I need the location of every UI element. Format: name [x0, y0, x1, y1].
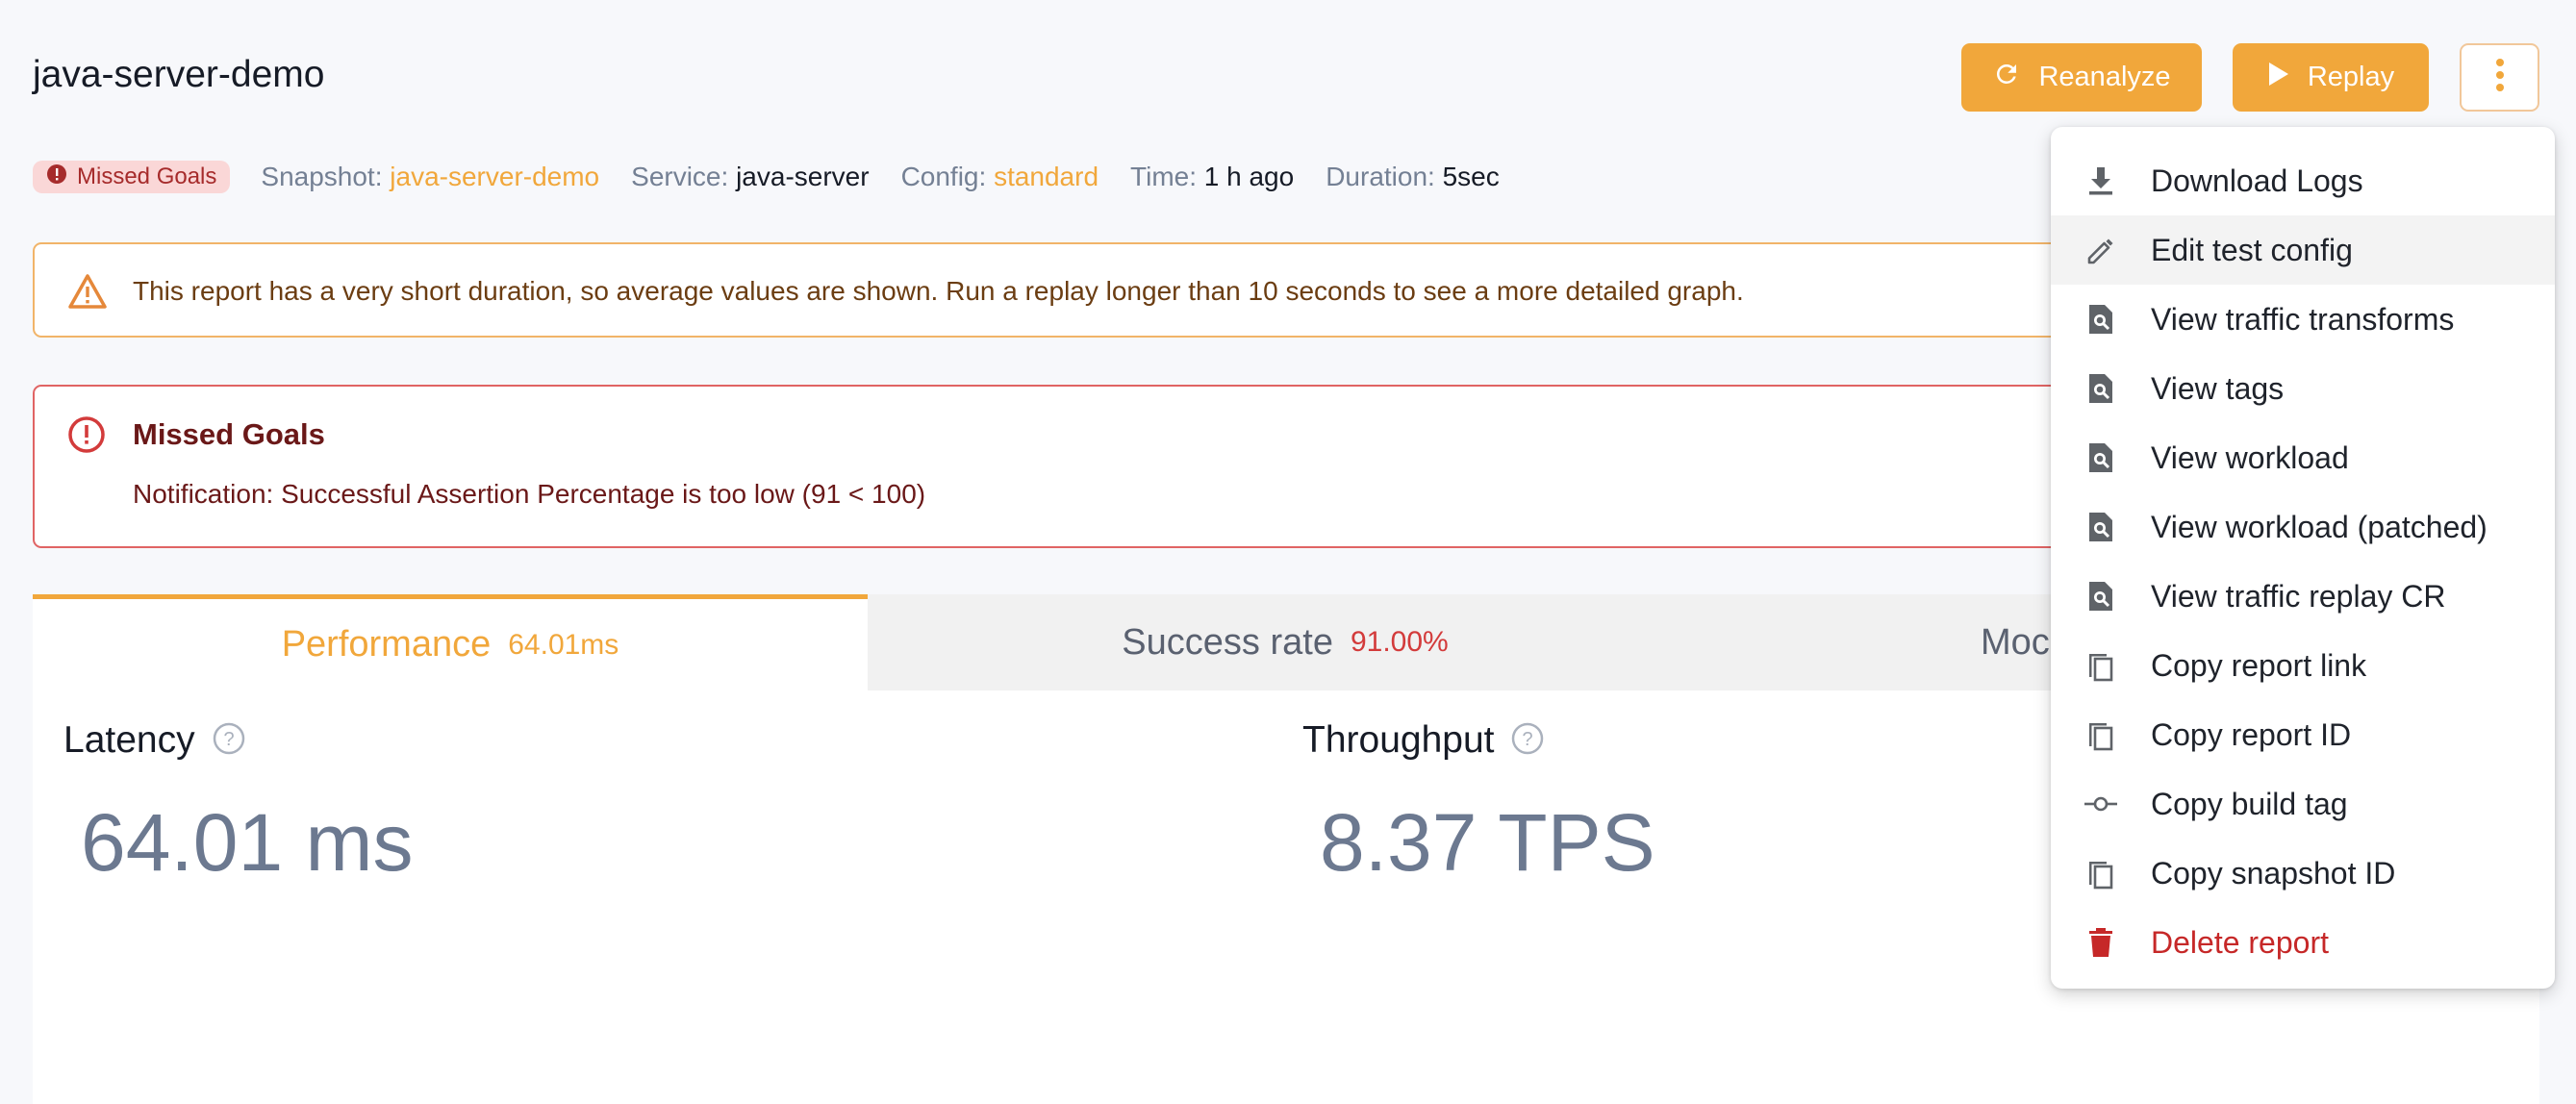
copy-icon	[2082, 854, 2120, 892]
meta-time: Time: 1 h ago	[1130, 162, 1294, 192]
meta-snapshot-key: Snapshot:	[261, 162, 383, 191]
help-icon[interactable]: ?	[1511, 722, 1544, 760]
latency-title: Latency	[63, 719, 195, 761]
menu-item-label: View traffic transforms	[2151, 301, 2455, 337]
menu-item-view-traffic-transforms[interactable]: View traffic transforms	[2051, 285, 2555, 354]
throughput-metric: Throughput ? 8.37 TPS	[1302, 719, 1655, 890]
menu-item-copy-snapshot-id[interactable]: Copy snapshot ID	[2051, 839, 2555, 908]
menu-item-label: Download Logs	[2151, 163, 2363, 198]
meta-service: Service: java-server	[631, 162, 869, 192]
help-icon[interactable]: ?	[213, 722, 245, 760]
copy-icon	[2082, 715, 2120, 754]
more-options-button[interactable]	[2460, 43, 2539, 112]
menu-item-label: View workload (patched)	[2151, 509, 2488, 544]
error-title: Missed Goals	[133, 417, 325, 451]
menu-item-view-workload-patched[interactable]: View workload (patched)	[2051, 492, 2555, 562]
report-meta-row: Missed Goals Snapshot: java-server-demo …	[33, 160, 1531, 194]
file-search-icon	[2082, 300, 2120, 339]
tab-success-rate-value: 91.00%	[1350, 626, 1449, 658]
status-badge-label: Missed Goals	[77, 163, 217, 189]
menu-item-view-workload[interactable]: View workload	[2051, 423, 2555, 492]
menu-item-copy-report-link[interactable]: Copy report link	[2051, 631, 2555, 700]
status-badge: Missed Goals	[33, 161, 231, 193]
error-message: Notification: Successful Assertion Perce…	[133, 479, 926, 509]
meta-service-key: Service:	[631, 162, 729, 191]
config-link[interactable]: standard	[994, 162, 1099, 191]
menu-item-label: Delete report	[2151, 924, 2329, 960]
meta-duration-value: 5sec	[1442, 162, 1500, 191]
latency-value: 64.01 ms	[81, 797, 414, 888]
file-search-icon	[2082, 369, 2120, 408]
menu-item-label: View tags	[2151, 370, 2285, 406]
menu-item-view-traffic-replay-cr[interactable]: View traffic replay CR	[2051, 562, 2555, 631]
replay-label: Replay	[2307, 62, 2395, 92]
commit-icon	[2082, 785, 2120, 823]
alert-circle-icon	[46, 163, 67, 191]
meta-config-key: Config:	[900, 162, 987, 191]
warning-text: This report has a very short duration, s…	[133, 276, 1744, 306]
menu-item-edit-test-config[interactable]: Edit test config	[2051, 215, 2555, 285]
menu-item-label: Edit test config	[2151, 232, 2353, 267]
copy-icon	[2082, 646, 2120, 685]
svg-text:?: ?	[1523, 729, 1533, 750]
meta-snapshot: Snapshot: java-server-demo	[261, 162, 599, 192]
warning-triangle-icon	[67, 273, 108, 314]
throughput-title: Throughput	[1302, 719, 1495, 761]
tab-performance-value: 64.01ms	[508, 628, 619, 661]
meta-service-value: java-server	[736, 162, 870, 191]
replay-button[interactable]: Replay	[2233, 43, 2429, 112]
menu-item-delete-report[interactable]: Delete report	[2051, 908, 2555, 977]
file-search-icon	[2082, 577, 2120, 615]
menu-item-label: Copy report ID	[2151, 716, 2352, 752]
more-options-menu: Download Logs Edit test config View traf…	[2051, 127, 2555, 989]
reanalyze-label: Reanalyze	[2038, 62, 2171, 92]
kebab-icon	[2495, 58, 2505, 97]
menu-item-download-logs[interactable]: Download Logs	[2051, 146, 2555, 215]
tab-performance-label: Performance	[281, 624, 492, 665]
file-search-icon	[2082, 439, 2120, 477]
page-title: java-server-demo	[33, 54, 325, 95]
menu-item-label: View traffic replay CR	[2151, 578, 2446, 614]
svg-text:?: ?	[223, 729, 234, 750]
refresh-icon	[1992, 60, 2021, 96]
menu-item-label: Copy report link	[2151, 647, 2367, 683]
menu-item-copy-report-id[interactable]: Copy report ID	[2051, 700, 2555, 769]
tab-success-rate[interactable]: Success rate 91.00%	[868, 594, 1703, 690]
throughput-value: 8.37 TPS	[1320, 797, 1655, 888]
menu-item-label: View workload	[2151, 439, 2349, 475]
menu-item-label: Copy build tag	[2151, 786, 2348, 821]
meta-time-key: Time:	[1130, 162, 1197, 191]
error-circle-icon	[67, 415, 106, 459]
meta-time-value: 1 h ago	[1203, 162, 1295, 191]
play-icon	[2267, 62, 2290, 94]
file-search-icon	[2082, 508, 2120, 546]
pencil-icon	[2082, 231, 2120, 269]
download-icon	[2082, 162, 2120, 200]
meta-duration: Duration: 5sec	[1326, 162, 1500, 192]
meta-config: Config: standard	[901, 162, 1099, 192]
reanalyze-button[interactable]: Reanalyze	[1961, 43, 2202, 112]
trash-icon	[2082, 923, 2120, 962]
meta-duration-key: Duration:	[1326, 162, 1435, 191]
menu-item-view-tags[interactable]: View tags	[2051, 354, 2555, 423]
latency-metric: Latency ? 64.01 ms	[63, 719, 414, 890]
menu-item-label: Copy snapshot ID	[2151, 855, 2396, 891]
snapshot-link[interactable]: java-server-demo	[390, 162, 599, 191]
menu-item-copy-build-tag[interactable]: Copy build tag	[2051, 769, 2555, 839]
tab-performance[interactable]: Performance 64.01ms	[33, 594, 868, 690]
tab-success-rate-label: Success rate	[1122, 621, 1333, 663]
